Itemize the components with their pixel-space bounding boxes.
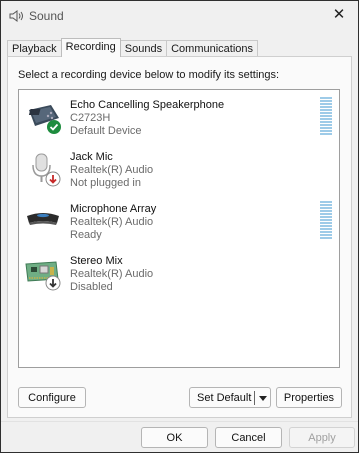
device-list[interactable]: Echo Cancelling Speakerphone C2723H Defa… [18,89,340,368]
unplugged-badge-icon [45,171,61,187]
device-status: Default Device [70,125,142,137]
close-icon: ✕ [332,6,346,23]
microphone-icon [32,153,61,187]
chevron-down-icon[interactable] [259,396,267,401]
check-badge-icon [47,120,61,134]
device-model: Realtek(R) Audio [70,216,154,228]
speaker-icon [9,10,23,22]
title-bar[interactable]: Sound ✕ [1,1,358,31]
circuit-board-icon [25,261,61,291]
properties-button[interactable]: Properties [276,387,342,408]
tab-recording[interactable]: Recording [60,38,121,57]
window-title: Sound [29,9,64,23]
ok-button[interactable]: OK [141,427,208,448]
device-model: Realtek(R) Audio [70,268,154,280]
device-name: Jack Mic [70,151,113,163]
split-divider [254,391,255,405]
tab-playback[interactable]: Playback [7,40,62,57]
list-item[interactable]: Stereo Mix Realtek(R) Audio Disabled [19,246,339,296]
recording-panel: Select a recording device below to modif… [7,56,352,418]
device-name: Microphone Array [70,203,157,215]
disabled-badge-icon [45,275,61,291]
level-meter [320,97,332,135]
level-meter [320,201,332,239]
tab-communications[interactable]: Communications [166,40,259,57]
sound-dialog: Sound ✕ Playback Recording Sounds Commun… [0,0,359,453]
device-status: Not plugged in [70,177,141,189]
set-default-label: Set Default [197,392,252,404]
list-item[interactable]: Microphone Array Realtek(R) Audio Ready [19,194,339,244]
list-item[interactable]: Echo Cancelling Speakerphone C2723H Defa… [19,90,339,140]
device-status: Ready [70,229,102,241]
device-name: Echo Cancelling Speakerphone [70,99,225,111]
device-model: C2723H [70,112,111,124]
device-name: Stereo Mix [70,255,123,267]
device-status: Disabled [70,281,113,293]
device-model: Realtek(R) Audio [70,164,154,176]
apply-button[interactable]: Apply [289,427,355,448]
set-default-button[interactable]: Set Default [189,387,271,408]
close-button[interactable]: ✕ [328,5,350,25]
instruction-text: Select a recording device below to modif… [18,69,280,81]
microphone-array-icon [27,213,59,225]
cancel-button[interactable]: Cancel [215,427,282,448]
configure-button[interactable]: Configure [18,387,86,408]
list-item[interactable]: Jack Mic Realtek(R) Audio Not plugged in [19,142,339,192]
tab-sounds[interactable]: Sounds [119,40,168,57]
footer-divider [1,421,358,422]
tab-bar: Playback Recording Sounds Communications [7,38,259,57]
speakerphone-icon [28,105,61,134]
